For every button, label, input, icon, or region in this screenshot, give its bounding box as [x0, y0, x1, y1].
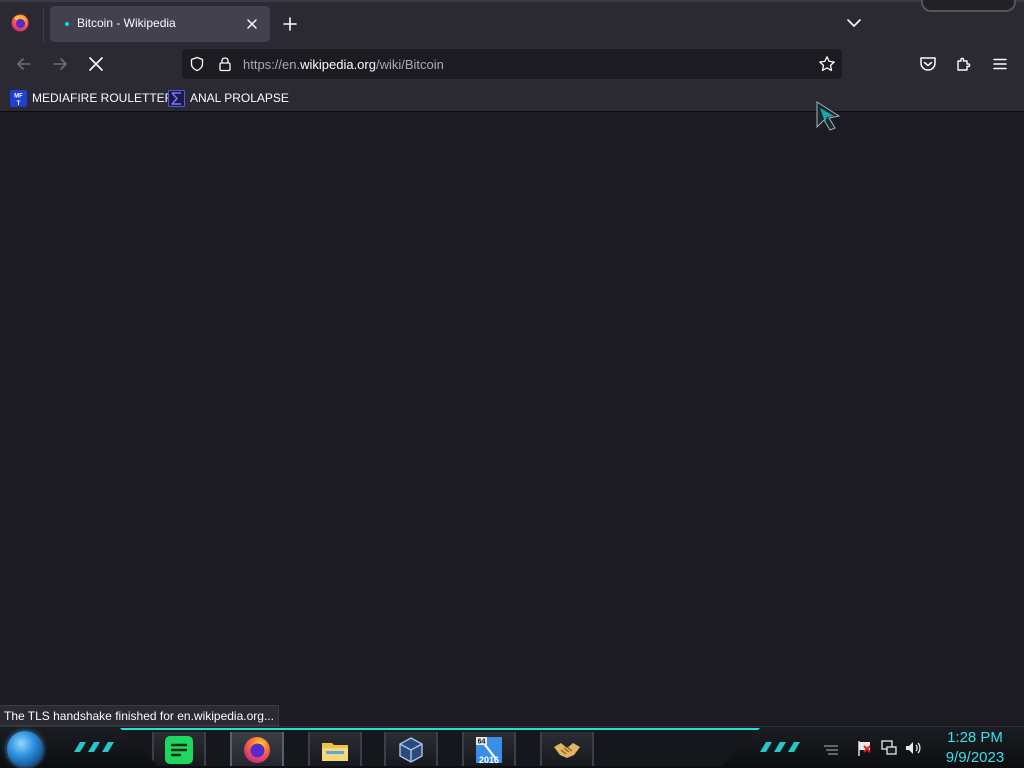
tab-title: Bitcoin - Wikipedia: [77, 16, 176, 30]
firefox-logo-icon[interactable]: [10, 13, 30, 33]
taskbar: 64 2016 1:28 PM 9/9/2023: [0, 726, 1024, 768]
bookmark-anal-prolapse[interactable]: ANAL PROLAPSE: [168, 88, 289, 108]
network-icon[interactable]: [880, 739, 898, 757]
back-arrow-icon[interactable]: [14, 54, 34, 74]
tab-divider: [43, 8, 44, 42]
url-text[interactable]: https://en.wikipedia.org/wiki/Bitcoin: [243, 57, 444, 72]
status-panel: The TLS handshake finished for en.wikipe…: [0, 705, 279, 726]
tab-loading-indicator-icon: [65, 22, 69, 26]
address-bar[interactable]: https://en.wikipedia.org/wiki/Bitcoin: [182, 49, 842, 79]
lock-icon[interactable]: [217, 56, 233, 72]
forward-arrow-icon[interactable]: [50, 54, 70, 74]
svg-text:MF: MF: [14, 93, 23, 99]
hamburger-menu-icon[interactable]: [990, 54, 1010, 74]
vs-badge-top: 64: [478, 739, 486, 746]
show-hidden-icons-icon[interactable]: [822, 739, 840, 757]
visual-studio-2016-icon: 64 2016: [476, 737, 502, 765]
system-tray: [820, 735, 930, 763]
url-host: wikipedia.org: [300, 57, 376, 72]
page-content-area[interactable]: [0, 113, 1024, 725]
spotify-icon: [165, 736, 193, 764]
taskbar-firefox-button[interactable]: [230, 732, 284, 766]
url-prefix: https://en.: [243, 57, 301, 72]
bookmark-label: MEDIAFIRE ROULETTER: [32, 91, 174, 105]
tab-strip: Bitcoin - Wikipedia: [0, 0, 1024, 44]
mediafire-favicon-icon: MF T: [10, 89, 27, 107]
window-frame-decoration: [921, 0, 1016, 12]
close-tab-icon[interactable]: [244, 16, 260, 32]
list-all-tabs-chevron-icon[interactable]: [845, 14, 863, 32]
taskbar-file-explorer-button[interactable]: [308, 732, 362, 766]
clock-date: 9/9/2023: [945, 749, 1005, 766]
svg-text:T: T: [17, 100, 21, 107]
url-path: /wiki/Bitcoin: [375, 57, 444, 72]
stop-loading-x-icon[interactable]: [86, 54, 106, 74]
action-center-flag-icon[interactable]: [856, 739, 874, 757]
pocket-icon[interactable]: [918, 54, 938, 74]
clock-time: 1:28 PM: [947, 729, 1003, 746]
vs-badge-bottom: 2016: [479, 755, 499, 765]
tab-bitcoin-wikipedia[interactable]: Bitcoin - Wikipedia: [50, 6, 270, 42]
bookmark-mediafire-rouletter[interactable]: MF T MEDIAFIRE ROULETTER: [10, 88, 173, 108]
volume-speaker-icon[interactable]: [904, 739, 922, 757]
bookmarks-toolbar: MF T MEDIAFIRE ROULETTER ANAL PROLAPSE: [0, 84, 1024, 112]
extensions-puzzle-icon[interactable]: [954, 54, 974, 74]
taskbar-clock[interactable]: 1:28 PM 9/9/2023: [936, 728, 1014, 768]
file-explorer-icon: [322, 743, 348, 761]
taskbar-handshake-app-button[interactable]: [540, 732, 594, 766]
taskbar-app-dock: 64 2016: [120, 728, 760, 766]
taskbar-virtualbox-button[interactable]: [384, 732, 438, 766]
mouse-cursor-icon: [816, 101, 841, 131]
new-tab-plus-icon[interactable]: [280, 14, 300, 34]
bookmark-star-icon[interactable]: [818, 55, 836, 73]
taskbar-spotify-button[interactable]: [152, 732, 206, 766]
handshake-icon: [554, 743, 580, 758]
virtualbox-icon: [399, 737, 423, 763]
bookmark-label: ANAL PROLAPSE: [190, 91, 289, 105]
navigation-toolbar: https://en.wikipedia.org/wiki/Bitcoin: [0, 44, 1024, 84]
chevron-decoration-icon: [74, 742, 114, 752]
sigma-favicon-icon: [168, 89, 185, 107]
tracking-protection-shield-icon[interactable]: [189, 56, 205, 72]
firefox-icon: [244, 737, 270, 763]
chevron-decoration-icon: [760, 742, 800, 752]
taskbar-visual-studio-button[interactable]: 64 2016: [462, 732, 516, 766]
start-button[interactable]: [7, 731, 43, 767]
